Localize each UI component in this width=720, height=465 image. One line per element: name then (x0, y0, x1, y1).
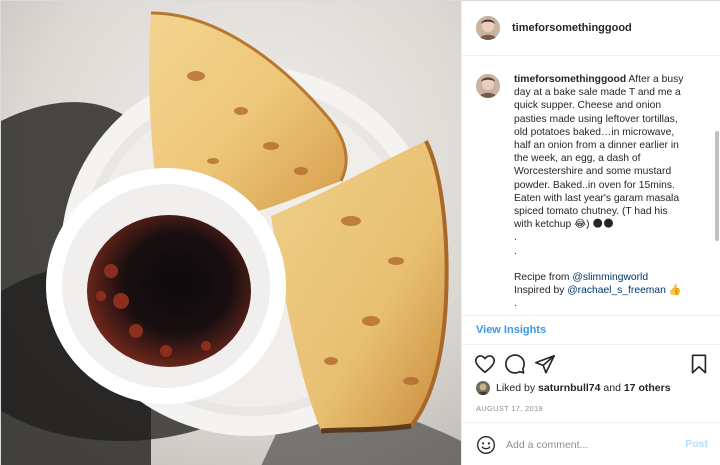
likes-others-link[interactable]: 17 others (624, 382, 671, 394)
caption-scrollbar[interactable] (715, 131, 719, 241)
likes-prefix: Liked by (496, 382, 536, 394)
inspired-text: Inspired by (514, 285, 568, 297)
caption-line: . (514, 298, 517, 310)
caption-username[interactable]: timeforsomethinggood (514, 74, 626, 85)
caption-line: powder. Baked..in oven for 15mins. (514, 179, 675, 191)
caption-line: . (514, 245, 517, 257)
post-modal: timeforsomethinggood timeforsomethinggoo… (0, 0, 720, 465)
post-header: timeforsomethinggood (462, 1, 720, 56)
comment-bar: Post (462, 422, 720, 465)
comment-input[interactable] (506, 434, 676, 455)
header-username[interactable]: timeforsomethinggood (512, 22, 632, 34)
caption-line: spiced tomato chutney. (T had his (514, 206, 668, 218)
caption-text: timeforsomethinggood After a busy day at… (514, 73, 706, 311)
post-photo (1, 1, 461, 465)
caption-line: the week, an egg, a dash of (514, 153, 641, 165)
post-details-panel: timeforsomethinggood timeforsomethinggoo… (461, 1, 720, 465)
heart-icon[interactable] (474, 353, 496, 375)
caption-comment: timeforsomethinggood After a busy day at… (476, 73, 708, 311)
insights-bar: View Insights (462, 315, 720, 345)
caption-line: Recipe from @slimmingworld (514, 271, 706, 284)
liker-avatar[interactable] (476, 381, 490, 395)
likes-joiner: and (603, 382, 621, 394)
caption-line: Eaten with last year's garam masala (514, 192, 680, 204)
comment-icon[interactable] (504, 353, 526, 375)
caption-line: . (514, 232, 517, 244)
view-insights-link[interactable]: View Insights (476, 324, 546, 336)
caption-line: half an onion from a dinner earlier in (514, 140, 679, 152)
caption-line: old potatoes baked…in microwave, (514, 126, 675, 138)
caption-line: Worcestershire and some mustard (514, 166, 672, 178)
likes-row: Liked by saturnbull74 and 17 others (476, 379, 671, 397)
caption-avatar[interactable] (476, 74, 500, 98)
caption-area: timeforsomethinggood After a busy day at… (462, 57, 720, 315)
caption-line: with ketchup 😂) 🌑🌑 (514, 219, 614, 231)
caption-line: day at a bake sale made T and me a (514, 87, 681, 99)
caption-line (514, 258, 706, 271)
caption-line: pasties made using leftover tortillas, (514, 113, 678, 125)
mention-rachael[interactable]: @rachael_s_freeman (567, 285, 666, 296)
caption-line: quick supper. Cheese and onion (514, 100, 662, 112)
action-bar (462, 351, 720, 377)
smiley-icon[interactable] (476, 435, 496, 455)
caption-line: timeforsomethinggood After a busy (514, 73, 706, 86)
bookmark-icon[interactable] (688, 353, 710, 375)
post-date[interactable]: AUGUST 17, 2019 (476, 404, 543, 413)
mention-slimmingworld[interactable]: @slimmingworld (572, 272, 648, 283)
avatar[interactable] (476, 16, 500, 40)
caption-line: Inspired by @rachael_s_freeman 👍 (514, 285, 682, 297)
liker-username[interactable]: saturnbull74 (538, 382, 600, 394)
paper-plane-icon[interactable] (534, 353, 556, 375)
recipe-text: Recipe from (514, 272, 573, 284)
caption-line-text: After a busy (628, 74, 684, 85)
post-comment-button[interactable]: Post (685, 438, 708, 450)
food-photo-illustration (1, 1, 461, 465)
